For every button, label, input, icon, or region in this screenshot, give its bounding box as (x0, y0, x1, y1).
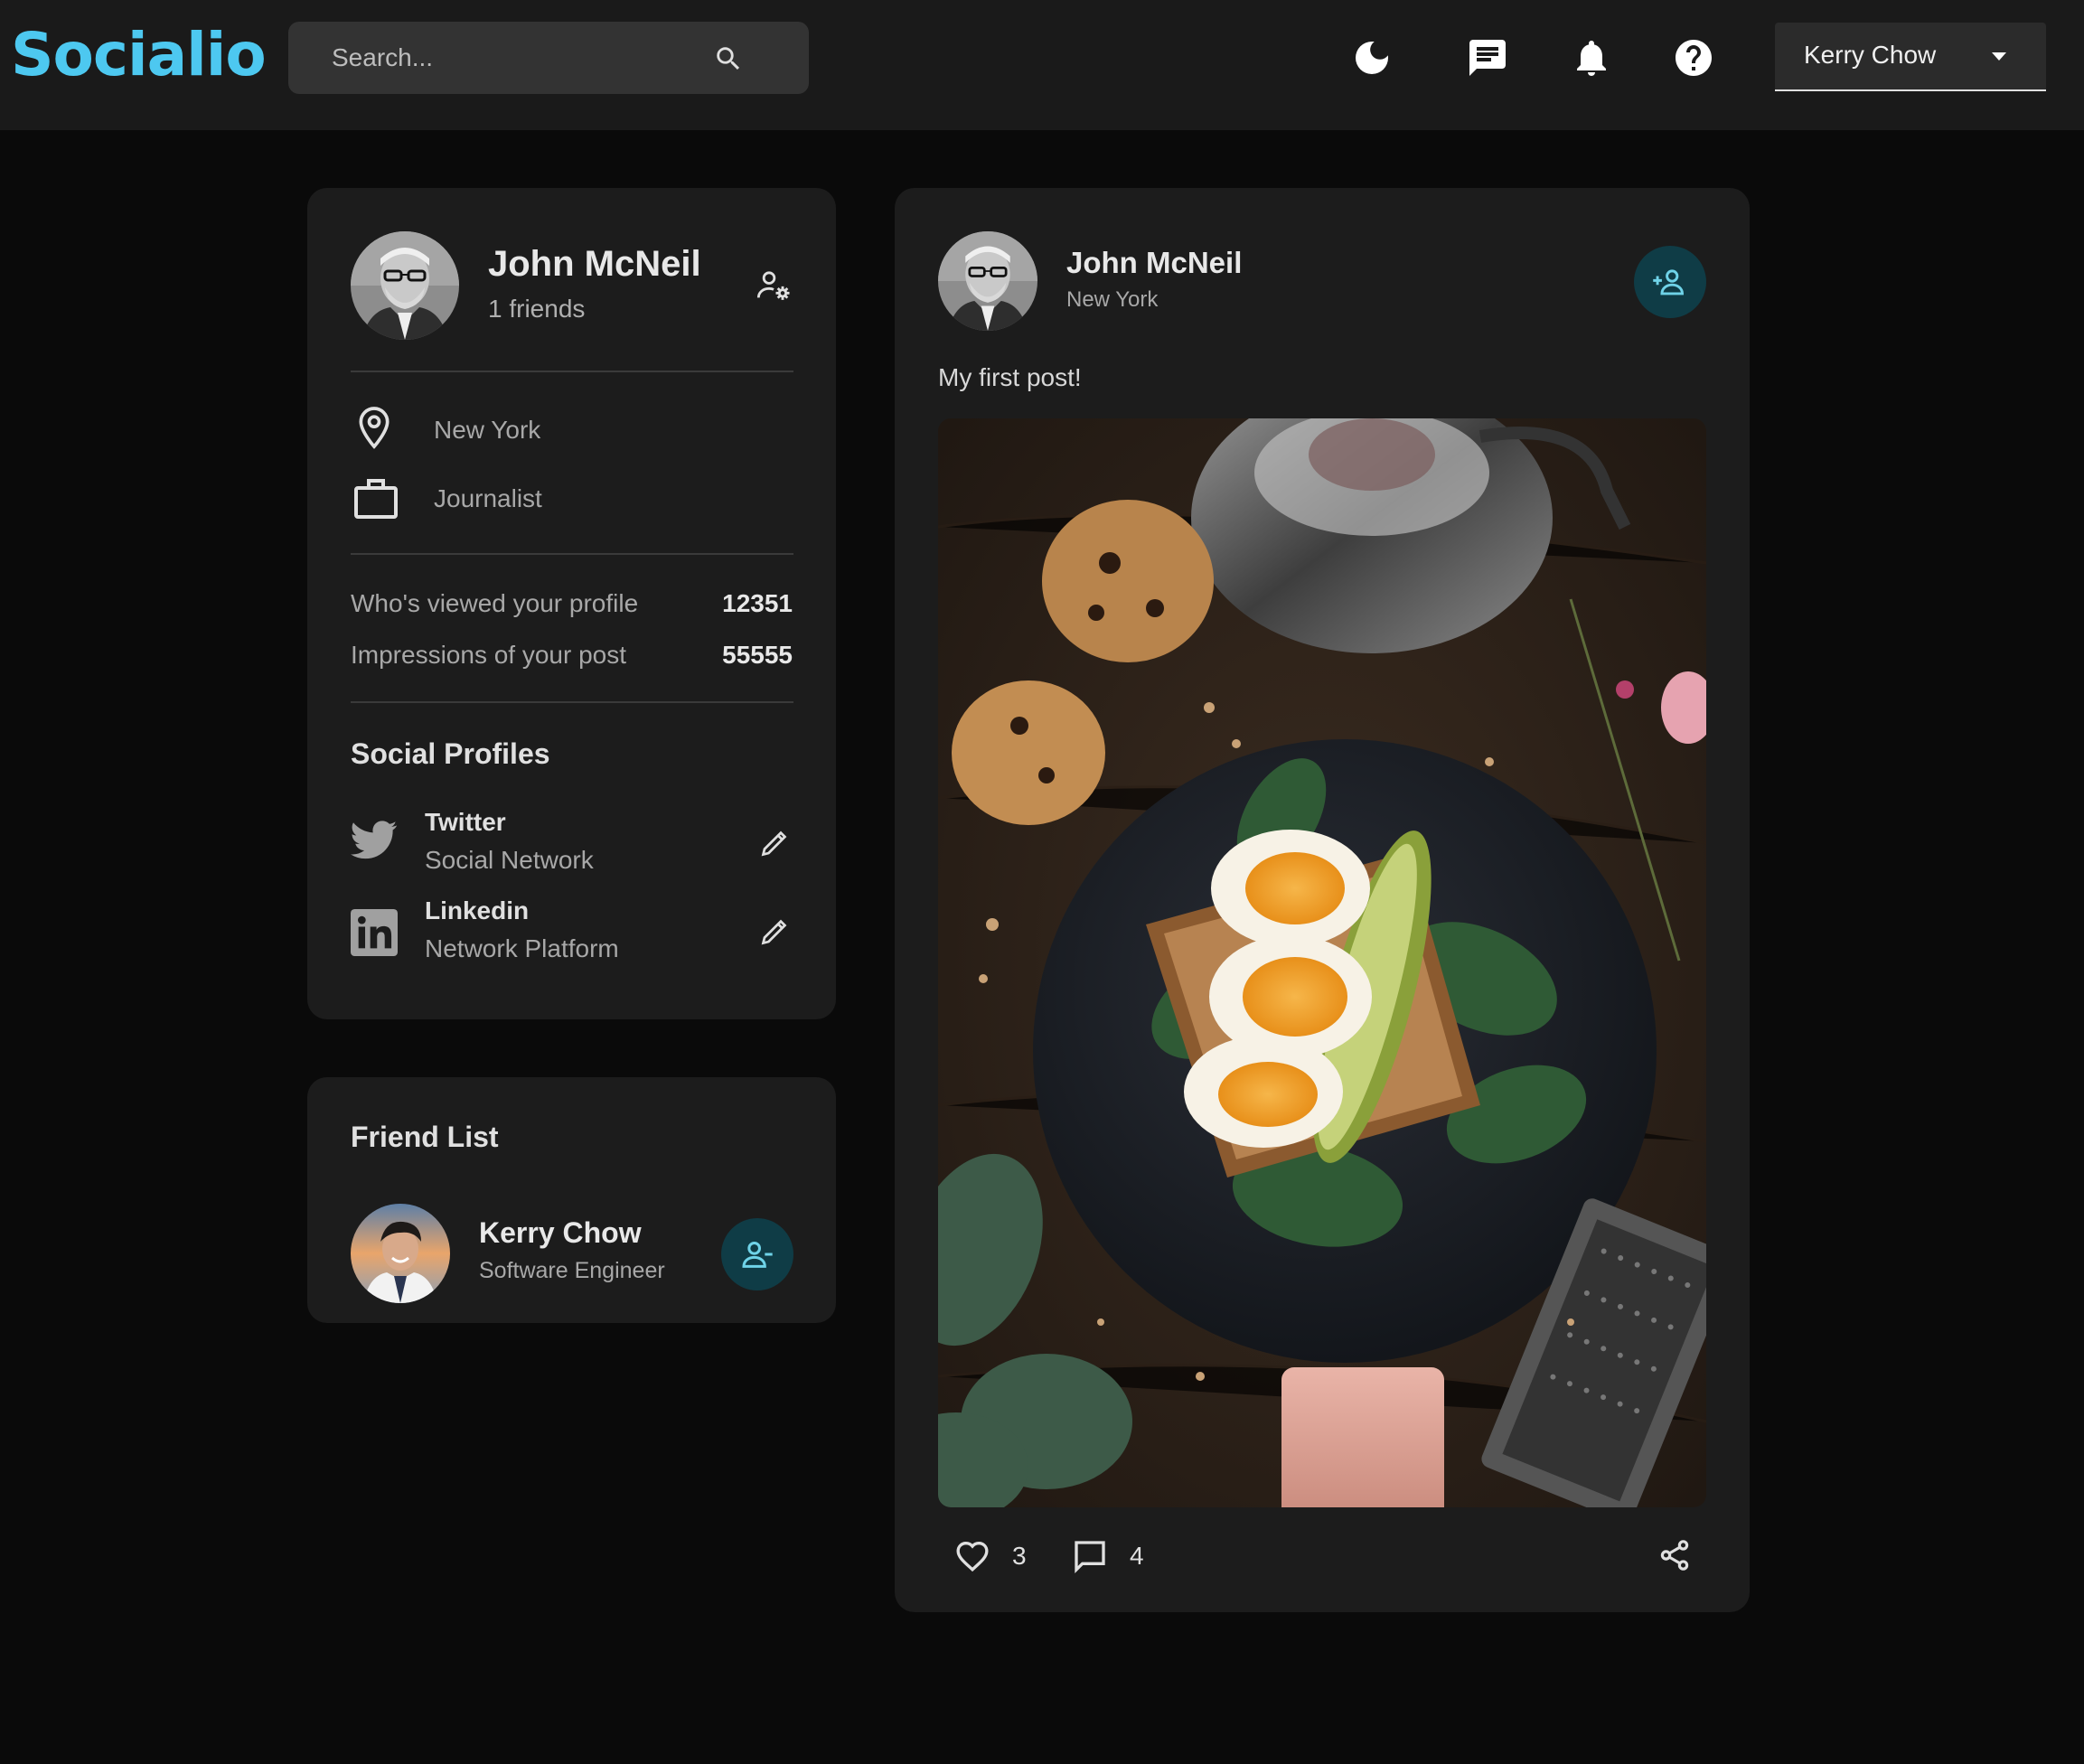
search-box (288, 22, 809, 94)
social-name-linkedin: Linkedin (425, 896, 530, 924)
manage-account-icon[interactable] (756, 267, 792, 304)
divider (351, 553, 793, 555)
comment-icon[interactable] (1072, 1538, 1108, 1574)
edit-twitter-pencil-icon[interactable] (759, 826, 792, 859)
friend-list-title: Friend List (351, 1121, 499, 1153)
post-photo[interactable] (938, 418, 1706, 1507)
remove-friend-button[interactable] (721, 1218, 793, 1290)
profile-avatar[interactable] (351, 231, 459, 340)
search-input[interactable] (332, 22, 729, 94)
post-text: My first post! (938, 363, 1082, 391)
search-icon[interactable] (713, 43, 744, 74)
stat-label-impressions: Impressions of your post (351, 641, 627, 669)
messages-icon[interactable] (1466, 36, 1509, 80)
edit-linkedin-pencil-icon[interactable] (759, 915, 792, 947)
profile-friends-count: 1 friends (488, 295, 586, 323)
stat-value-profile-views: 12351 (722, 589, 793, 617)
stat-label-profile-views: Who's viewed your profile (351, 589, 639, 617)
like-heart-icon[interactable] (954, 1538, 990, 1572)
friend-avatar[interactable] (351, 1204, 450, 1303)
friend-role: Software Engineer (479, 1258, 665, 1283)
app-logo[interactable]: Socialio (11, 20, 267, 89)
user-select-value: Kerry Chow (1804, 41, 1937, 69)
divider (351, 701, 793, 703)
location-pin-icon (354, 405, 394, 452)
friend-list-card: Friend List Kerry Chow Software Engineer (307, 1077, 836, 1323)
dark-mode-moon-icon[interactable] (1350, 36, 1394, 80)
notifications-bell-icon[interactable] (1570, 36, 1613, 80)
add-friend-button[interactable] (1634, 246, 1706, 318)
profile-occupation: Journalist (434, 484, 542, 512)
profile-location: New York (434, 416, 541, 444)
post-author-name[interactable]: John McNeil (1066, 246, 1242, 280)
user-account-select[interactable]: Kerry Chow (1775, 23, 2046, 91)
top-navbar: Socialio Kerry Chow (0, 0, 2084, 130)
profile-card: John McNeil 1 friends New York Journalis… (307, 188, 836, 1019)
briefcase-icon (352, 475, 399, 521)
social-type-linkedin: Network Platform (425, 934, 619, 962)
social-type-twitter: Social Network (425, 846, 594, 874)
stat-value-impressions: 55555 (722, 641, 793, 669)
post-author-location: New York (1066, 287, 1159, 312)
profile-name: John McNeil (488, 244, 701, 284)
remove-friend-icon (739, 1236, 775, 1272)
social-name-twitter: Twitter (425, 808, 506, 836)
social-profiles-title: Social Profiles (351, 737, 550, 770)
friend-name: Kerry Chow (479, 1216, 642, 1249)
post-author-avatar[interactable] (938, 231, 1037, 331)
share-icon[interactable] (1657, 1538, 1692, 1572)
linkedin-icon (351, 909, 398, 956)
add-friend-icon (1650, 264, 1688, 300)
twitter-icon (351, 821, 398, 860)
comment-count: 4 (1130, 1542, 1144, 1570)
post-card: John McNeil New York My first post! 3 4 (895, 188, 1750, 1612)
divider (351, 371, 793, 372)
like-count: 3 (1012, 1542, 1027, 1570)
chevron-down-icon (1990, 52, 2008, 62)
help-icon[interactable] (1672, 36, 1715, 80)
